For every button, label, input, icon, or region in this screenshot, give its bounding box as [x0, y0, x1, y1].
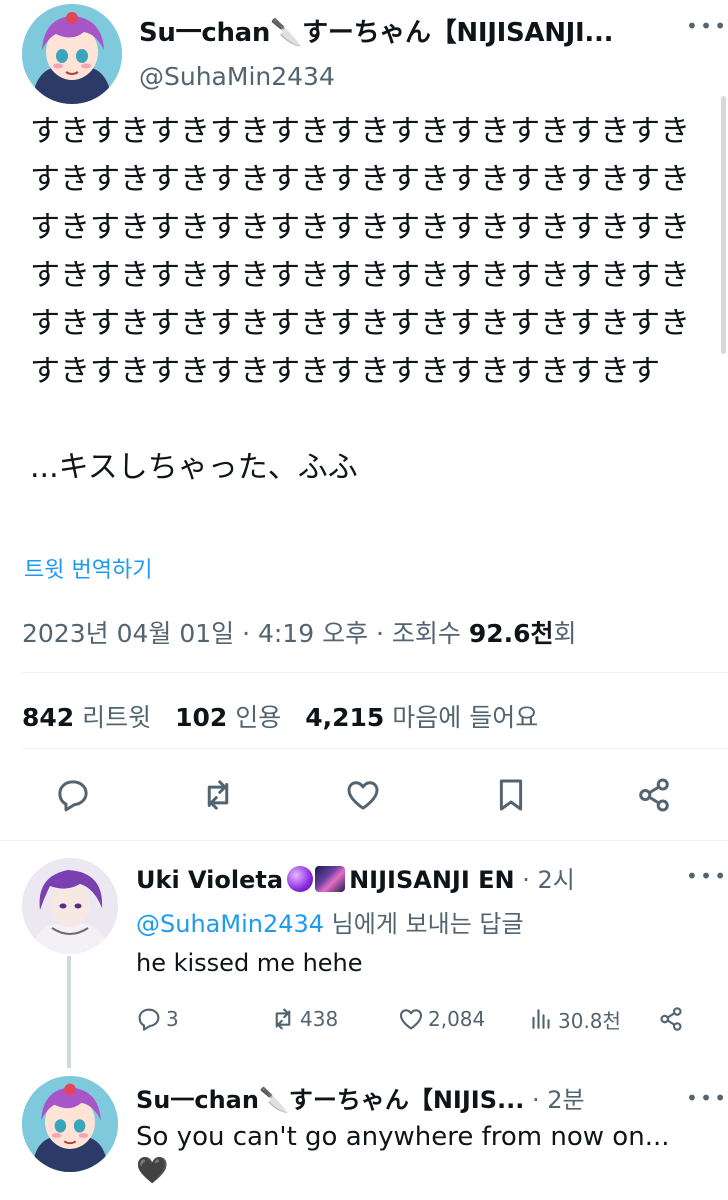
share-icon[interactable]	[633, 774, 675, 816]
galaxy-icon	[315, 866, 346, 892]
reply-to-line: @SuhaMin2434 님에게 보내는 답글	[136, 904, 524, 939]
more-options-icon[interactable]: • • •	[686, 16, 726, 36]
translate-link[interactable]: 트윗 번역하기	[24, 552, 152, 584]
retweet-label[interactable]: 리트윗	[82, 703, 151, 732]
avatar[interactable]	[22, 4, 122, 104]
share-button[interactable]	[656, 1004, 688, 1034]
views-count: 30.8천	[558, 1008, 621, 1033]
quote-label[interactable]: 인용	[235, 703, 281, 732]
reply-icon	[138, 1008, 160, 1031]
reply-author-suffix[interactable]: NIJISANJI EN	[349, 866, 515, 894]
more-options-icon[interactable]: • • •	[686, 1088, 726, 1108]
divider	[22, 748, 728, 749]
tweet-paragraph: すきすきすきすきすきすきすきすきすきすきすきすきすきすきすきすきすきすきすきすき…	[30, 114, 690, 389]
tweet-text: すきすきすきすきすきすきすきすきすきすきすきすきすきすきすきすきすきすきすきすき…	[30, 108, 700, 492]
retweet-icon	[275, 1008, 291, 1030]
reply2-text-content: So you can't go anywhere from now on...	[136, 1122, 670, 1152]
reply-avatar[interactable]	[22, 858, 118, 954]
retweet-button[interactable]: 438	[268, 1004, 338, 1034]
divider	[22, 672, 728, 673]
reply-time[interactable]: · 2시	[522, 866, 575, 894]
reply-to-suffix: 님에게 보내는 답글	[324, 910, 524, 938]
mention-link[interactable]: @SuhaMin2434	[136, 910, 324, 938]
more-options-icon[interactable]: • • •	[686, 866, 726, 886]
black-heart-icon: 🖤	[136, 1156, 169, 1186]
scrollbar[interactable]	[721, 96, 726, 354]
timestamp-text: 2023년 04월 01일 · 4:19 오후 · 조회수	[22, 619, 469, 648]
author-handle[interactable]: @SuhaMin2434	[139, 62, 335, 91]
like-button[interactable]: 2,084	[396, 1004, 485, 1034]
like-icon	[399, 1009, 423, 1030]
divider	[0, 840, 728, 841]
reply2-avatar[interactable]	[22, 1076, 118, 1172]
share-icon	[660, 1007, 682, 1031]
crystal-ball-icon	[287, 866, 314, 892]
reply-actions: 3 438 2,084 30.8천	[0, 1004, 728, 1036]
reply-text: he kissed me hehe	[136, 949, 363, 977]
retweet-icon[interactable]	[197, 774, 239, 816]
reply-author-name[interactable]: Uki Violeta	[136, 866, 283, 894]
reply2-time[interactable]: · 2분	[532, 1086, 585, 1114]
tweet-actions	[0, 774, 728, 816]
engagement-stats: 842 리트윗 102 인용 4,215 마음에 들어요	[22, 698, 554, 734]
view-count: 92.6천	[468, 619, 554, 648]
quote-count[interactable]: 102	[175, 703, 227, 732]
reply-header: Uki Violeta NIJISANJI EN · 2시	[136, 860, 575, 895]
avatar-image	[22, 1076, 118, 1172]
reply-icon[interactable]	[52, 774, 94, 816]
reply2-text: So you can't go anywhere from now on... 🖤	[136, 1120, 696, 1188]
retweet-count: 438	[300, 1007, 339, 1031]
author-name[interactable]: Su一chan🔪すーちゃん【NIJISANJI...	[139, 12, 613, 49]
views-icon	[532, 1009, 550, 1029]
retweet-count[interactable]: 842	[22, 703, 74, 732]
reply2-header: Su一chan🔪すーちゃん【NIJIS... · 2분	[136, 1080, 585, 1115]
like-count: 2,084	[428, 1007, 486, 1031]
tweet-timestamp[interactable]: 2023년 04월 01일 · 4:19 오후 · 조회수 92.6천회	[22, 614, 577, 650]
like-count[interactable]: 4,215	[305, 703, 384, 732]
reply-button[interactable]: 3	[134, 1004, 179, 1034]
like-icon[interactable]	[342, 774, 384, 816]
reply2-author-name[interactable]: Su一chan🔪すーちゃん【NIJIS...	[136, 1086, 524, 1114]
tweet-paragraph: ...キスしちゃった、ふふ	[30, 450, 358, 485]
reply-count: 3	[166, 1007, 179, 1031]
like-label[interactable]: 마음에 들어요	[392, 703, 538, 732]
view-count-suffix: 회	[553, 619, 577, 648]
bookmark-icon[interactable]	[490, 774, 532, 816]
views-button[interactable]: 30.8천	[526, 1004, 621, 1034]
avatar-image	[22, 4, 122, 104]
avatar-image	[22, 858, 118, 954]
